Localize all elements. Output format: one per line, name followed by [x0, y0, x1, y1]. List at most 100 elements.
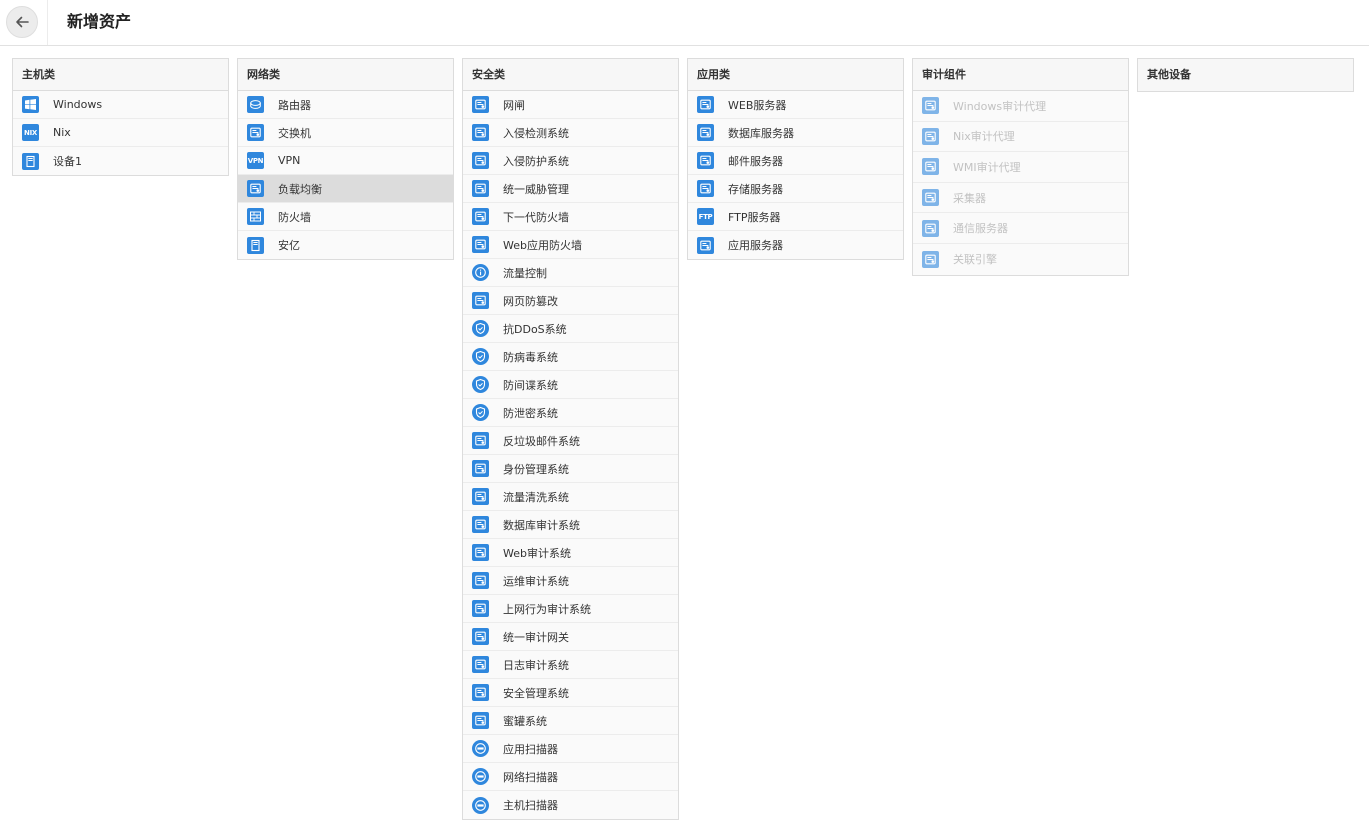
asset-item-label: Nix审计代理 — [953, 130, 1015, 144]
info-icon — [472, 264, 489, 281]
asset-item-security-17[interactable]: 运维审计系统 — [463, 567, 678, 595]
asset-item-label: 应用扫描器 — [503, 742, 558, 756]
asset-item-security-11[interactable]: 防泄密系统 — [463, 399, 678, 427]
asset-item-security-4[interactable]: 下一代防火墙 — [463, 203, 678, 231]
asset-item-security-2[interactable]: 入侵防护系统 — [463, 147, 678, 175]
nix-icon: NIX — [22, 124, 39, 141]
asset-item-network-2[interactable]: VPN VPN — [238, 147, 453, 175]
database-audit-icon — [472, 516, 489, 533]
asset-item-label: 运维审计系统 — [503, 574, 569, 588]
asset-item-application-2[interactable]: 邮件服务器 — [688, 147, 903, 175]
panel-header: 审计组件 — [913, 59, 1128, 91]
scanner-icon — [472, 768, 489, 785]
asset-item-host-2[interactable]: 设备1 — [13, 147, 228, 175]
asset-item-label: Web应用防火墙 — [503, 238, 582, 252]
nix-agent-icon — [922, 127, 939, 145]
asset-item-security-8[interactable]: 抗DDoS系统 — [463, 315, 678, 343]
windows-icon — [22, 96, 39, 113]
asset-item-application-0[interactable]: WEB服务器 — [688, 91, 903, 119]
asset-item-network-0[interactable]: 路由器 — [238, 91, 453, 119]
panel-header: 网络类 — [238, 59, 453, 91]
firewall-icon — [247, 208, 264, 225]
topbar-divider — [47, 0, 48, 45]
asset-item-security-22[interactable]: 蜜罐系统 — [463, 707, 678, 735]
asset-item-network-5[interactable]: 安亿 — [238, 231, 453, 259]
asset-item-label: 统一威胁管理 — [503, 182, 569, 196]
asset-item-audit-2: WMI审计代理 — [913, 152, 1128, 183]
asset-item-label: 身份管理系统 — [503, 462, 569, 476]
asset-item-label: 网闸 — [503, 98, 525, 112]
asset-item-security-3[interactable]: 统一威胁管理 — [463, 175, 678, 203]
asset-item-security-14[interactable]: 流量清洗系统 — [463, 483, 678, 511]
asset-item-label: 统一审计网关 — [503, 630, 569, 644]
asset-item-label: 网络扫描器 — [503, 770, 558, 784]
asset-item-label: 应用服务器 — [728, 239, 783, 252]
asset-item-network-4[interactable]: 防火墙 — [238, 203, 453, 231]
asset-item-label: 日志审计系统 — [503, 658, 569, 672]
behavior-audit-icon — [472, 600, 489, 617]
asset-item-label: 通信服务器 — [953, 222, 1008, 236]
asset-item-host-1[interactable]: NIX Nix — [13, 119, 228, 147]
asset-item-audit-0: Windows审计代理 — [913, 91, 1128, 122]
windows-agent-icon — [922, 97, 939, 115]
asset-item-security-1[interactable]: 入侵检测系统 — [463, 119, 678, 147]
asset-item-label: 下一代防火墙 — [503, 210, 569, 224]
asset-item-security-15[interactable]: 数据库审计系统 — [463, 511, 678, 539]
asset-item-label: 关联引擎 — [953, 253, 997, 267]
asset-item-security-9[interactable]: 防病毒系统 — [463, 343, 678, 371]
asset-item-application-1[interactable]: 数据库服务器 — [688, 119, 903, 147]
asset-item-label: Windows审计代理 — [953, 99, 1047, 113]
asset-item-security-10[interactable]: 防间谍系统 — [463, 371, 678, 399]
asset-item-label: 流量清洗系统 — [503, 490, 569, 504]
asset-item-security-18[interactable]: 上网行为审计系统 — [463, 595, 678, 623]
security-mgmt-icon — [472, 684, 489, 701]
asset-item-label: VPN — [278, 154, 301, 167]
traffic-icon — [472, 488, 489, 505]
asset-item-security-19[interactable]: 统一审计网关 — [463, 623, 678, 651]
load-balancer-icon — [247, 180, 264, 197]
asset-item-application-5[interactable]: 应用服务器 — [688, 231, 903, 259]
asset-item-label: 数据库审计系统 — [503, 518, 580, 532]
back-button[interactable] — [6, 6, 38, 38]
asset-item-audit-3: 采集器 — [913, 183, 1128, 214]
asset-item-host-0[interactable]: Windows — [13, 91, 228, 119]
asset-item-label: 入侵检测系统 — [503, 126, 569, 140]
asset-item-network-1[interactable]: 交换机 — [238, 119, 453, 147]
shield-icon — [472, 404, 489, 421]
asset-item-security-12[interactable]: 反垃圾邮件系统 — [463, 427, 678, 455]
asset-item-audit-5: 关联引擎 — [913, 244, 1128, 275]
asset-item-network-3[interactable]: 负载均衡 — [238, 175, 453, 203]
asset-item-security-13[interactable]: 身份管理系统 — [463, 455, 678, 483]
panel-other: 其他设备 — [1137, 58, 1354, 92]
asset-item-application-3[interactable]: 存储服务器 — [688, 175, 903, 203]
asset-item-security-5[interactable]: Web应用防火墙 — [463, 231, 678, 259]
asset-item-label: 设备1 — [53, 155, 82, 168]
asset-item-label: 防火墙 — [278, 210, 311, 224]
asset-item-security-25[interactable]: 主机扫描器 — [463, 791, 678, 819]
panel-header: 主机类 — [13, 59, 228, 91]
switch-icon — [247, 124, 264, 141]
asset-item-security-21[interactable]: 安全管理系统 — [463, 679, 678, 707]
scanner-icon — [472, 796, 489, 814]
asset-item-security-16[interactable]: Web审计系统 — [463, 539, 678, 567]
panel-header: 安全类 — [463, 59, 678, 91]
asset-item-label: 上网行为审计系统 — [503, 602, 591, 616]
asset-item-label: 负载均衡 — [278, 182, 322, 196]
ids-icon — [472, 124, 489, 141]
asset-item-security-23[interactable]: 应用扫描器 — [463, 735, 678, 763]
wmi-agent-icon — [922, 158, 939, 176]
ops-audit-icon — [472, 572, 489, 589]
mail-server-icon — [697, 152, 714, 169]
honeypot-icon — [472, 712, 489, 729]
top-bar: 新增资产 — [0, 0, 1369, 46]
asset-item-application-4[interactable]: FTP FTP服务器 — [688, 203, 903, 231]
asset-item-security-7[interactable]: 网页防篡改 — [463, 287, 678, 315]
asset-item-security-6[interactable]: 流量控制 — [463, 259, 678, 287]
asset-item-audit-4: 通信服务器 — [913, 213, 1128, 244]
asset-item-security-20[interactable]: 日志审计系统 — [463, 651, 678, 679]
engine-icon — [922, 250, 939, 268]
asset-item-security-0[interactable]: 网闸 — [463, 91, 678, 119]
asset-item-security-24[interactable]: 网络扫描器 — [463, 763, 678, 791]
identity-icon — [472, 460, 489, 477]
asset-item-label: 安全管理系统 — [503, 686, 569, 700]
